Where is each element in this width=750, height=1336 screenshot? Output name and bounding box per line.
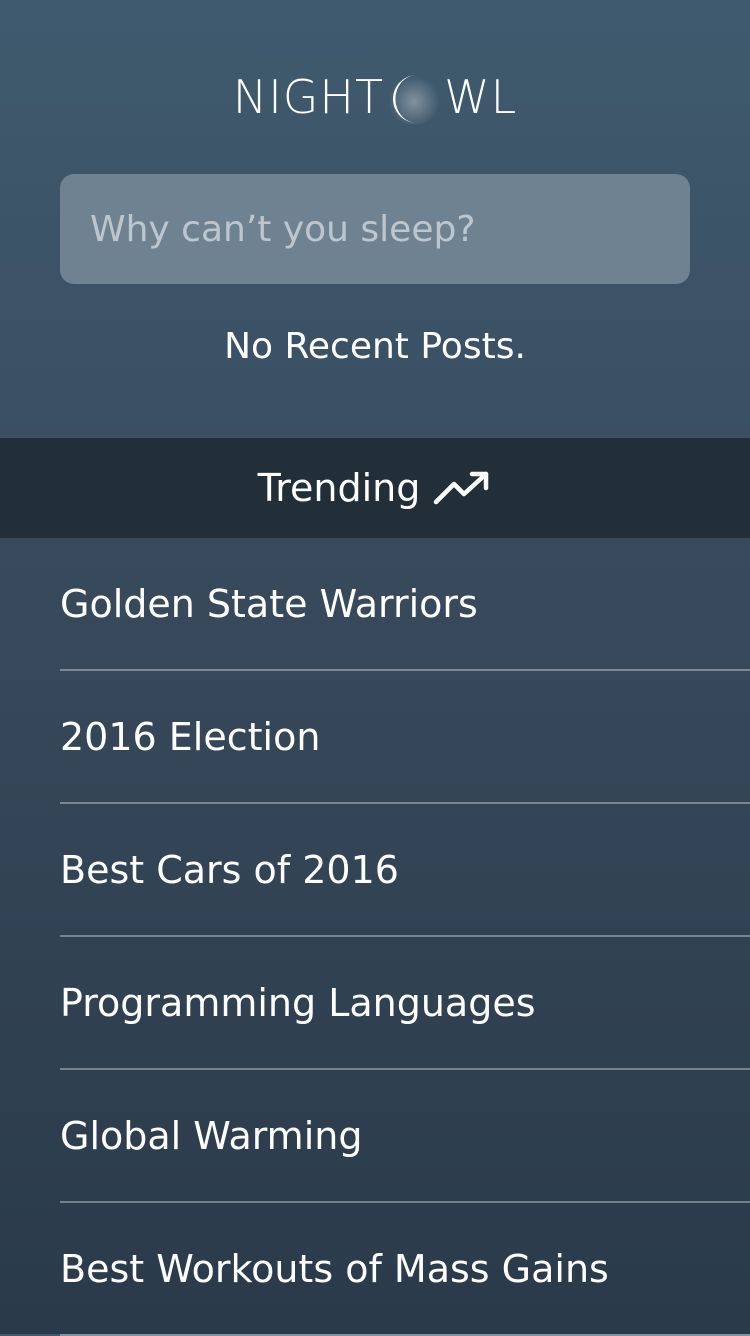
trending-topic-label: Programming Languages [60, 980, 536, 1025]
logo-text-right: WL [444, 70, 518, 124]
trending-up-icon [434, 471, 489, 505]
trending-topic-label: Golden State Warriors [60, 581, 478, 626]
logo-text-left: NIGHT [232, 70, 385, 124]
trending-header: Trending [0, 438, 750, 538]
trending-topic-label: Best Cars of 2016 [60, 847, 399, 892]
trending-topic-item[interactable]: 2016 Election [60, 671, 750, 804]
search-input[interactable] [60, 174, 690, 284]
trending-topic-item[interactable]: Best Workouts of Mass Gains [60, 1203, 750, 1336]
trending-topic-label: Global Warming [60, 1113, 363, 1158]
crescent-moon-icon [388, 73, 441, 125]
search-field-container[interactable] [60, 174, 690, 284]
trending-topic-label: 2016 Election [60, 714, 321, 759]
recent-posts-status: No Recent Posts. [224, 326, 526, 367]
trending-topics-list: Golden State Warriors 2016 Election Best… [0, 538, 750, 1336]
trending-topic-label: Best Workouts of Mass Gains [60, 1246, 609, 1291]
trending-topic-item[interactable]: Global Warming [60, 1070, 750, 1203]
app-logo: NIGHT WL [0, 62, 750, 132]
trending-topic-item[interactable]: Best Cars of 2016 [60, 804, 750, 937]
header: NIGHT WL No Recent Posts. [0, 0, 750, 438]
trending-label: Trending [257, 466, 421, 510]
trending-topic-item[interactable]: Golden State Warriors [60, 538, 750, 671]
trending-topic-item[interactable]: Programming Languages [60, 937, 750, 1070]
